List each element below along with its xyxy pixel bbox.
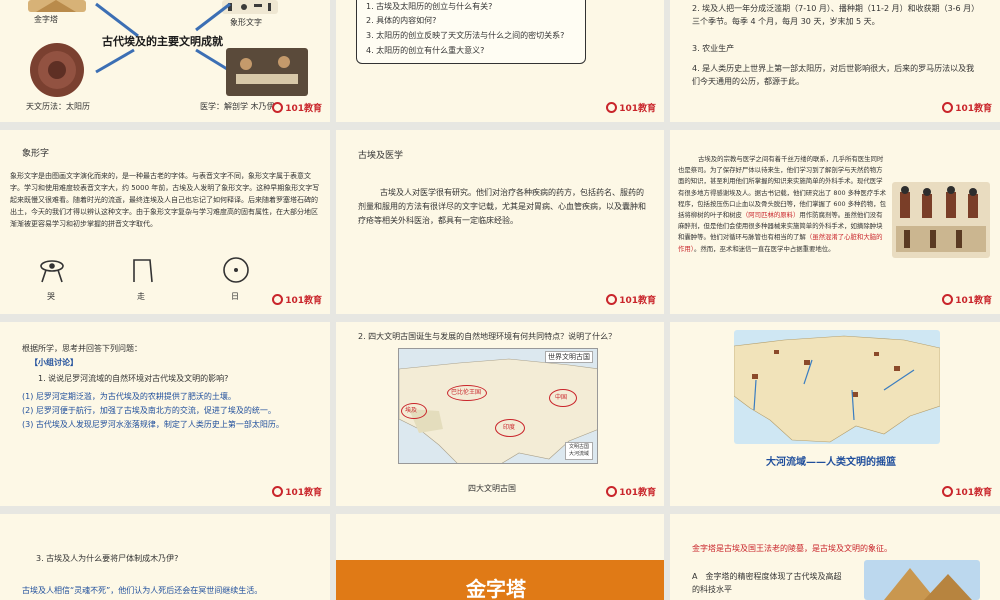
babylon-label: 巴比伦王国 — [451, 389, 482, 396]
map-legend: 文明古国 大河流域 — [564, 442, 593, 460]
slide-3[interactable]: 2. 埃及人把一年分成泛滥期（7-10 月）、播种期（11-2 月）和收获期（3… — [670, 0, 1000, 122]
brand-logo: 101教育 — [942, 293, 992, 306]
discussion-question: 1. 说说尼罗河流域的自然环境对古代埃及文明的影响? — [38, 374, 229, 383]
question-3: 3. 太阳历的创立反映了天文历法与什么之间的密切关系? — [366, 31, 565, 40]
discussion-answer-3: (3) 古代埃及人发现尼罗河水涨落规律，制定了人类历史上第一部太阳历。 — [22, 420, 284, 429]
discussion-answer-1: (1) 尼罗河定期泛滥，为古代埃及的农耕提供了肥沃的土壤。 — [22, 392, 236, 401]
discussion-label: 【小组讨论】 — [30, 358, 78, 367]
slide-1[interactable]: 金字塔 象形文字 古代埃及的主要文明成就 天文历法：太阳历 医学：解剖学 木乃伊… — [0, 0, 330, 122]
logo-icon — [606, 294, 618, 305]
hieroglyph-description: 象形文字是由图画文字演化而来的，是一种最古老的字体。与表音文字不同，象形文字属于… — [10, 172, 320, 228]
logo-icon — [272, 294, 284, 305]
world-civilization-map: 世界文明古国 巴比伦王国 埃及 中国 印度 文明古国 大河流域 — [398, 348, 598, 464]
logo-icon — [942, 294, 954, 305]
slide-2[interactable]: 1. 古埃及太阳历的创立与什么有关? 2. 具体的内容如何? 3. 太阳历的创立… — [336, 0, 664, 122]
logo-icon — [942, 102, 954, 113]
glyph-sun-icon — [223, 257, 249, 283]
brand-logo: 101教育 — [606, 485, 656, 498]
slide-7[interactable]: 根据所学，思考并回答下列问题： 【小组讨论】 1. 说说尼罗河流域的自然环境对古… — [0, 322, 330, 506]
slide-12[interactable]: 金字塔是古埃及国王法老的陵墓，是古埃及文明的象征。 A 金字塔的精密程度体现了古… — [670, 514, 1000, 600]
brand-logo: 101教育 — [606, 293, 656, 306]
logo-icon — [942, 486, 954, 497]
slide-8[interactable]: 2. 四大文明古国诞生与发展的自然地理环境有何共同特点？说明了什么？ 世界文明古… — [336, 322, 664, 506]
brand-logo: 101教育 — [606, 101, 656, 114]
mummy-answer: 古埃及人相信“灵魂不死”，他们认为人死后还会在冥世间继续生活。 — [22, 586, 263, 595]
logo-icon — [272, 486, 284, 497]
logo-icon — [606, 102, 618, 113]
legend-item-2: 大河流域 — [568, 451, 589, 457]
river-civilizations-map — [734, 330, 940, 444]
map-caption: 四大文明古国 — [468, 484, 516, 493]
glyph-cry-label: 哭 — [47, 292, 55, 301]
slide-5[interactable]: 古埃及医学 古埃及人对医学很有研究。他们对治疗各种疾病的药方，包括药名、服药的剂… — [336, 130, 664, 314]
slide-10[interactable]: 3. 古埃及人为什么要将尸体制成木乃伊? 古埃及人相信“灵魂不死”，他们认为人死… — [0, 514, 330, 600]
map-title: 世界文明古国 — [545, 351, 593, 363]
caption-calendar: 天文历法：太阳历 — [26, 102, 90, 111]
slide-thumbnail-grid: 金字塔 象形文字 古代埃及的主要文明成就 天文历法：太阳历 医学：解剖学 木乃伊… — [0, 0, 1000, 600]
china-label: 中国 — [555, 394, 568, 401]
pyramid-point-a: A 金字塔的精密程度体现了古代埃及高超的科技水平 — [692, 572, 842, 594]
slide-5-title: 古埃及医学 — [358, 151, 404, 161]
river-map-caption: 大河流域——人类文明的摇篮 — [766, 457, 896, 468]
question-4: 4. 太阳历的创立有什么重大意义? — [366, 46, 485, 55]
slide-11[interactable]: 金字塔 — [336, 514, 664, 600]
brand-logo: 101教育 — [942, 101, 992, 114]
pyramid-intro: 金字塔是古埃及国王法老的陵墓，是古埃及文明的象征。 — [692, 544, 892, 553]
medicine-religion-text: 古埃及的宗教与医学之间有着千丝万缕的联系，几乎所有医生同时也是祭司。为了保存好尸… — [678, 155, 886, 253]
pyramid-photo-large — [864, 560, 980, 600]
slide-6[interactable]: 古埃及的宗教与医学之间有着千丝万缕的联系，几乎所有医生同时也是祭司。为了保存好尸… — [670, 130, 1000, 314]
glyph-walk-icon — [133, 259, 153, 283]
calendar-point-3: 3. 农业生产 — [692, 44, 735, 53]
slide-9[interactable]: 大河流域——人类文明的摇篮 101教育 — [670, 322, 1000, 506]
logo-icon — [606, 486, 618, 497]
glyph-walk-label: 走 — [137, 292, 145, 301]
slide-1-title: 古代埃及的主要文明成就 — [102, 35, 223, 48]
glyph-sun-label: 日 — [231, 292, 239, 301]
map-question: 2. 四大文明古国诞生与发展的自然地理环境有何共同特点？说明了什么？ — [358, 332, 617, 341]
medicine-description: 古埃及人对医学很有研究。他们对治疗各种疾病的药方，包括药名、服药的剂量和服用的方… — [358, 188, 646, 225]
logo-icon — [272, 102, 284, 113]
mummy-photo — [226, 48, 308, 96]
calendar-point-2: 2. 埃及人把一年分成泛滥期（7-10 月）、播种期（11-2 月）和收获期（3… — [692, 4, 980, 26]
brand-logo: 101教育 — [272, 293, 322, 306]
brand-logo: 101教育 — [272, 101, 322, 114]
slide-4-title: 象形字 — [22, 149, 50, 159]
question-2: 2. 具体的内容如何? — [366, 16, 437, 25]
section-title: 金字塔 — [466, 577, 526, 600]
legend-item-1: 文明古国 — [568, 444, 589, 450]
calendar-point-4: 4. 是人类历史上世界上第一部太阳历，对后世影响很大，后来的罗马历法以及我们今天… — [692, 64, 975, 86]
mummy-question: 3. 古埃及人为什么要将尸体制成木乃伊? — [36, 554, 179, 563]
brand-logo: 101教育 — [272, 485, 322, 498]
egypt-label: 埃及 — [405, 407, 418, 414]
slide-4[interactable]: 象形字 象形文字是由图画文字演化而来的，是一种最古老的字体。与表音文字不同，象形… — [0, 130, 330, 314]
egyptian-mural-photo — [892, 182, 990, 258]
discussion-answer-2: (2) 尼罗河便于航行，加强了古埃及南北方的交流，促进了埃及的统一。 — [22, 406, 276, 415]
glyph-cry-icon — [40, 260, 64, 283]
discussion-intro: 根据所学，思考并回答下列问题： — [22, 344, 142, 353]
india-label: 印度 — [503, 424, 516, 431]
caption-medicine: 医学：解剖学 木乃伊 — [200, 102, 275, 111]
sun-calendar-stone — [30, 43, 84, 97]
brand-logo: 101教育 — [942, 485, 992, 498]
question-1: 1. 古埃及太阳历的创立与什么有关? — [366, 2, 493, 11]
